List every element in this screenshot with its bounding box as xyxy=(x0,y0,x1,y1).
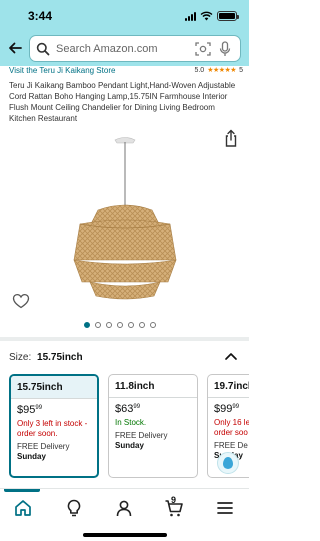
menu-icon[interactable] xyxy=(215,498,235,518)
delivery-info: FREE Delivery xyxy=(17,442,70,451)
image-carousel-dots[interactable] xyxy=(84,322,156,328)
rating-summary[interactable]: 5.0 ★★★★★ 5 xyxy=(194,66,243,75)
carousel-dot[interactable] xyxy=(95,322,101,328)
assistant-bubble-icon[interactable] xyxy=(217,452,239,474)
section-divider xyxy=(0,337,249,341)
delivery-day: Sunday xyxy=(17,452,46,461)
status-icons xyxy=(185,10,239,22)
lightbulb-icon[interactable] xyxy=(64,498,84,518)
carousel-dot[interactable] xyxy=(106,322,112,328)
size-label: Size: xyxy=(9,352,32,363)
battery-icon xyxy=(217,11,239,21)
rating-count: 5 xyxy=(239,66,243,74)
size-option-name: 11.8inch xyxy=(115,381,155,392)
home-indicator xyxy=(83,533,167,537)
size-option-price: $6399 xyxy=(115,403,141,415)
carousel-dot[interactable] xyxy=(128,322,134,328)
size-options: 15.75inch $9599 Only 3 left in stock - o… xyxy=(9,374,249,478)
heart-icon[interactable] xyxy=(12,292,30,310)
share-icon[interactable] xyxy=(221,128,241,148)
rating-value: 5.0 xyxy=(194,66,205,74)
cart-count: 9 xyxy=(171,495,177,505)
chevron-up-icon[interactable] xyxy=(224,351,238,361)
size-option-price: $9999 xyxy=(214,403,240,415)
back-arrow-icon[interactable] xyxy=(7,40,23,56)
store-link[interactable]: Visit the Teru Ji Kaikang Store xyxy=(9,66,115,75)
home-icon[interactable] xyxy=(13,498,33,518)
carousel-dot[interactable] xyxy=(84,322,90,328)
size-option-price: $9599 xyxy=(17,404,43,416)
store-row: Visit the Teru Ji Kaikang Store 5.0 ★★★★… xyxy=(9,66,243,78)
delivery-day: Sunday xyxy=(115,441,144,450)
size-selector-header[interactable]: Size: 15.75inch xyxy=(9,352,83,363)
signal-icon xyxy=(185,11,196,21)
carousel-dot[interactable] xyxy=(150,322,156,328)
active-tab-indicator xyxy=(4,489,40,492)
cart-icon[interactable]: 9 xyxy=(164,495,184,518)
product-image[interactable] xyxy=(40,136,210,319)
status-time: 3:44 xyxy=(28,9,53,23)
search-icon xyxy=(36,42,50,55)
carousel-dot[interactable] xyxy=(117,322,123,328)
stock-status: In Stock. xyxy=(115,418,147,427)
wifi-icon xyxy=(200,11,213,21)
size-option-card[interactable]: 15.75inch $9599 Only 3 left in stock - o… xyxy=(9,374,99,478)
size-option-name: 19.7inch xyxy=(214,381,249,392)
search-bar[interactable] xyxy=(29,35,241,62)
delivery-info: FREE Delivery xyxy=(115,431,168,440)
size-option-name: 15.75inch xyxy=(11,376,97,398)
stock-status: Only 16 le - order soo xyxy=(214,418,249,437)
delivery-info: FREE De xyxy=(214,441,248,450)
product-title: Teru Ji Kaikang Bamboo Pendant Light,Han… xyxy=(9,81,236,123)
app-header: 3:44 xyxy=(0,0,249,66)
size-option-card[interactable]: 11.8inch $6399 In Stock. FREE Delivery S… xyxy=(108,374,198,478)
carousel-dot[interactable] xyxy=(139,322,145,328)
size-selected-value: 15.75inch xyxy=(37,352,83,363)
status-bar: 3:44 xyxy=(0,0,249,32)
search-input[interactable] xyxy=(56,42,182,55)
stock-status: Only 3 left in stock - order soon. xyxy=(17,419,88,438)
star-rating-icon: ★★★★★ xyxy=(207,67,237,74)
microphone-icon[interactable] xyxy=(219,41,231,57)
camera-scan-icon[interactable] xyxy=(195,41,211,57)
account-icon[interactable] xyxy=(114,498,134,518)
